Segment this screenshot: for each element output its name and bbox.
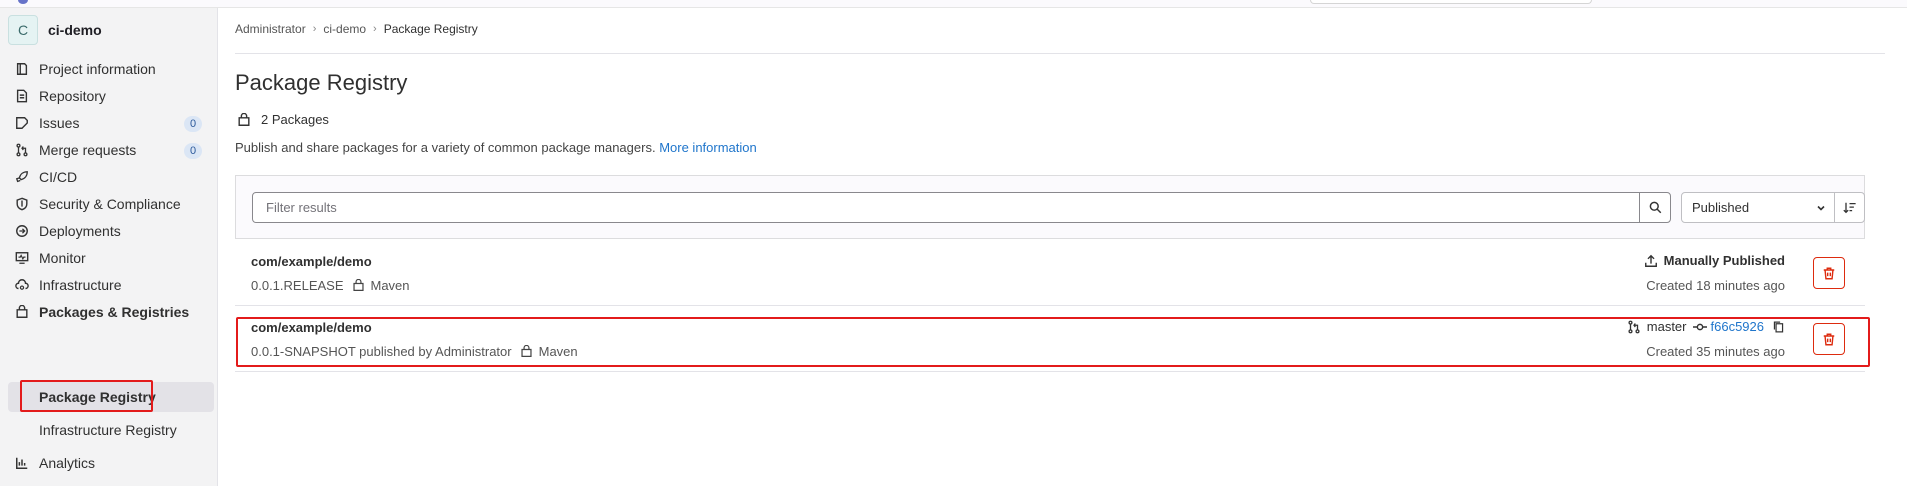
chevron-right-icon: › [312, 23, 317, 35]
sidebar-item-label: Infrastructure [39, 277, 122, 293]
sidebar-item-merge-requests[interactable]: Merge requests 0 [10, 135, 210, 165]
top-search-field-edge[interactable] [1310, 0, 1592, 4]
sidebar-item-ci-cd[interactable]: CI/CD [10, 162, 210, 192]
sidebar-item-repository[interactable]: Repository [10, 81, 210, 111]
chevron-down-icon [1816, 203, 1826, 213]
sidebar-item-label: Issues [39, 115, 80, 131]
sidebar-subitem-infrastructure-registry[interactable]: Infrastructure Registry [8, 415, 214, 445]
sidebar-item-analytics[interactable]: Analytics [10, 448, 210, 478]
sidebar-item-label: Deployments [39, 223, 121, 239]
sidebar-item-label: Merge requests [39, 142, 137, 158]
cloud-gear-icon [14, 277, 30, 293]
filter-bar: Filter results Published [235, 175, 1865, 239]
rocket-icon [14, 169, 30, 185]
trash-icon [1822, 266, 1836, 281]
breadcrumb: Administrator › ci-demo › Package Regist… [235, 22, 478, 36]
project-avatar: C [8, 15, 38, 45]
sidebar-subitem-label: Infrastructure Registry [39, 422, 177, 438]
shield-icon [14, 196, 30, 212]
search-icon [1649, 201, 1662, 214]
sidebar-item-label: Packages & Registries [39, 304, 190, 320]
merge-requests-count-badge: 0 [184, 143, 202, 159]
divider [235, 53, 1885, 54]
sidebar-item-packages-registries[interactable]: Packages & Registries [10, 297, 210, 327]
package-icon [237, 112, 251, 127]
project-name: ci-demo [48, 22, 102, 38]
breadcrumb-project[interactable]: ci-demo [323, 22, 366, 36]
sort-direction-button[interactable] [1834, 192, 1865, 223]
sidebar-item-label: Analytics [39, 455, 96, 471]
package-icon [14, 304, 30, 320]
sidebar-item-label: Monitor [39, 250, 86, 266]
package-type-label: Maven [370, 278, 410, 293]
chart-icon [14, 455, 30, 471]
package-type: Maven [352, 278, 410, 293]
sidebar-item-monitor[interactable]: Monitor [10, 243, 210, 273]
project-header[interactable]: C ci-demo [8, 14, 102, 46]
sidebar-item-issues[interactable]: Issues 0 [10, 108, 210, 138]
publish-method-label: Manually Published [1663, 253, 1785, 268]
sort-lowest-icon [1842, 201, 1857, 215]
sidebar-item-deployments[interactable]: Deployments [10, 216, 210, 246]
description-text: Publish and share packages for a variety… [235, 140, 656, 155]
highlight-box-package-registry [20, 380, 153, 412]
package-name[interactable]: com/example/demo [251, 254, 372, 269]
created-time: Created 18 minutes ago [1646, 278, 1785, 293]
sidebar-item-label: CI/CD [39, 169, 78, 185]
package-count-text: 2 Packages [261, 112, 329, 127]
chevron-right-icon: › [373, 23, 377, 35]
sort-value: Published [1692, 200, 1750, 215]
upload-icon [1644, 254, 1658, 268]
issues-count-badge: 0 [184, 116, 202, 132]
publish-method: Manually Published [1644, 253, 1785, 268]
sidebar-item-label: Security & Compliance [39, 196, 181, 212]
more-information-link[interactable]: More information [659, 140, 757, 155]
page-title: Package Registry [235, 70, 408, 95]
project-icon [14, 61, 30, 77]
package-icon [352, 279, 364, 291]
sidebar-item-infrastructure[interactable]: Infrastructure [10, 270, 210, 300]
sidebar-item-security-compliance[interactable]: Security & Compliance [10, 189, 210, 219]
page-description: Publish and share packages for a variety… [235, 140, 757, 155]
package-count: 2 Packages [237, 112, 329, 127]
repository-icon [14, 88, 30, 104]
sidebar-item-label: Project information [39, 61, 156, 77]
package-version: 0.0.1.RELEASE [251, 278, 344, 293]
deployments-icon [14, 223, 30, 239]
package-row[interactable]: com/example/demo 0.0.1.RELEASE Maven Man… [235, 240, 1865, 306]
issues-icon [14, 115, 30, 131]
delete-package-button[interactable] [1813, 257, 1845, 289]
top-bar [0, 0, 1907, 8]
sidebar-item-label: Repository [39, 88, 106, 104]
sort-dropdown[interactable]: Published [1681, 192, 1835, 223]
package-meta: 0.0.1.RELEASE Maven [251, 278, 410, 293]
breadcrumb-current[interactable]: Package Registry [384, 22, 478, 36]
breadcrumb-administrator[interactable]: Administrator [235, 22, 306, 36]
filter-input[interactable]: Filter results [252, 192, 1640, 223]
merge-request-icon [14, 142, 30, 158]
sidebar-item-project-information[interactable]: Project information [10, 54, 210, 84]
highlight-box-package-row [236, 317, 1870, 367]
filter-search-button[interactable] [1639, 192, 1671, 223]
monitor-icon [14, 250, 30, 266]
